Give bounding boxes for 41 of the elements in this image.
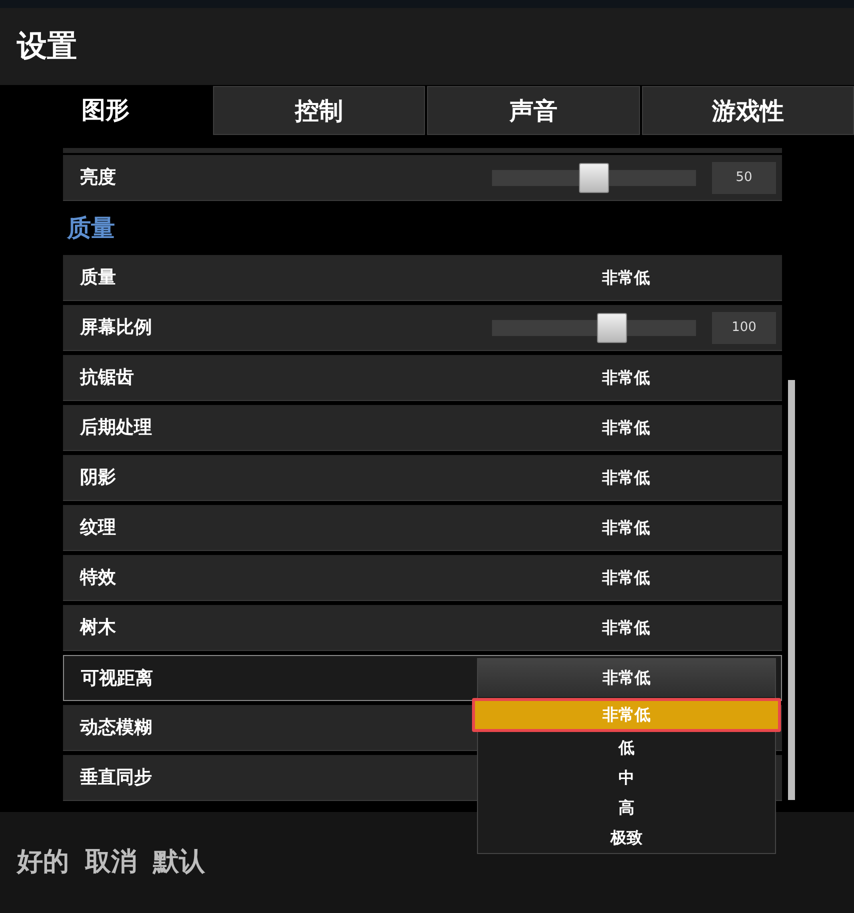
setting-label: 后期处理: [80, 416, 152, 440]
setting-value: 非常低: [602, 466, 650, 488]
setting-label: 亮度: [80, 166, 116, 190]
setting-row[interactable]: 特效 非常低: [63, 555, 782, 601]
setting-value: 非常低: [602, 266, 650, 288]
dropdown-header[interactable]: 非常低: [478, 659, 775, 697]
slider-thumb[interactable]: [579, 162, 609, 192]
setting-label: 质量: [80, 266, 116, 290]
setting-value: 非常低: [602, 616, 650, 638]
dropdown-option[interactable]: 中: [478, 763, 775, 793]
setting-value: 非常低: [602, 566, 650, 588]
slider-thumb[interactable]: [597, 312, 628, 342]
setting-label: 特效: [80, 566, 116, 590]
scrollbar[interactable]: [788, 380, 795, 800]
setting-label: 动态模糊: [80, 716, 152, 740]
setting-label: 可视距离: [81, 666, 153, 690]
setting-row[interactable]: 亮度 50: [63, 155, 782, 201]
value-field[interactable]: 100: [712, 312, 776, 344]
setting-label: 屏幕比例: [80, 316, 152, 340]
setting-value: 非常低: [602, 366, 650, 388]
setting-label: 树木: [80, 616, 116, 640]
setting-row[interactable]: 后期处理 非常低: [63, 405, 782, 451]
setting-row[interactable]: 阴影 非常低: [63, 455, 782, 501]
setting-row[interactable]: 纹理 非常低: [63, 505, 782, 551]
dropdown-option[interactable]: 极致: [478, 823, 775, 853]
setting-value: 非常低: [602, 516, 650, 538]
setting-row[interactable]: 树木 非常低: [63, 605, 782, 651]
section-heading: 质量: [67, 213, 115, 244]
setting-value: 非常低: [602, 416, 650, 438]
setting-row[interactable]: 抗锯齿 非常低: [63, 355, 782, 401]
setting-label: 纹理: [80, 516, 116, 540]
setting-label: 垂直同步: [80, 766, 152, 790]
tab[interactable]: 声音: [427, 86, 640, 135]
setting-label: 抗锯齿: [80, 366, 134, 390]
setting-row[interactable]: 质量 非常低: [63, 255, 782, 301]
value-field[interactable]: 50: [712, 162, 776, 194]
tab[interactable]: 游戏性: [642, 86, 854, 135]
tab[interactable]: 控制: [212, 86, 425, 135]
setting-label: 阴影: [80, 466, 116, 490]
setting-row[interactable]: 屏幕比例 100: [63, 305, 782, 351]
window-title: 设置: [17, 28, 77, 66]
